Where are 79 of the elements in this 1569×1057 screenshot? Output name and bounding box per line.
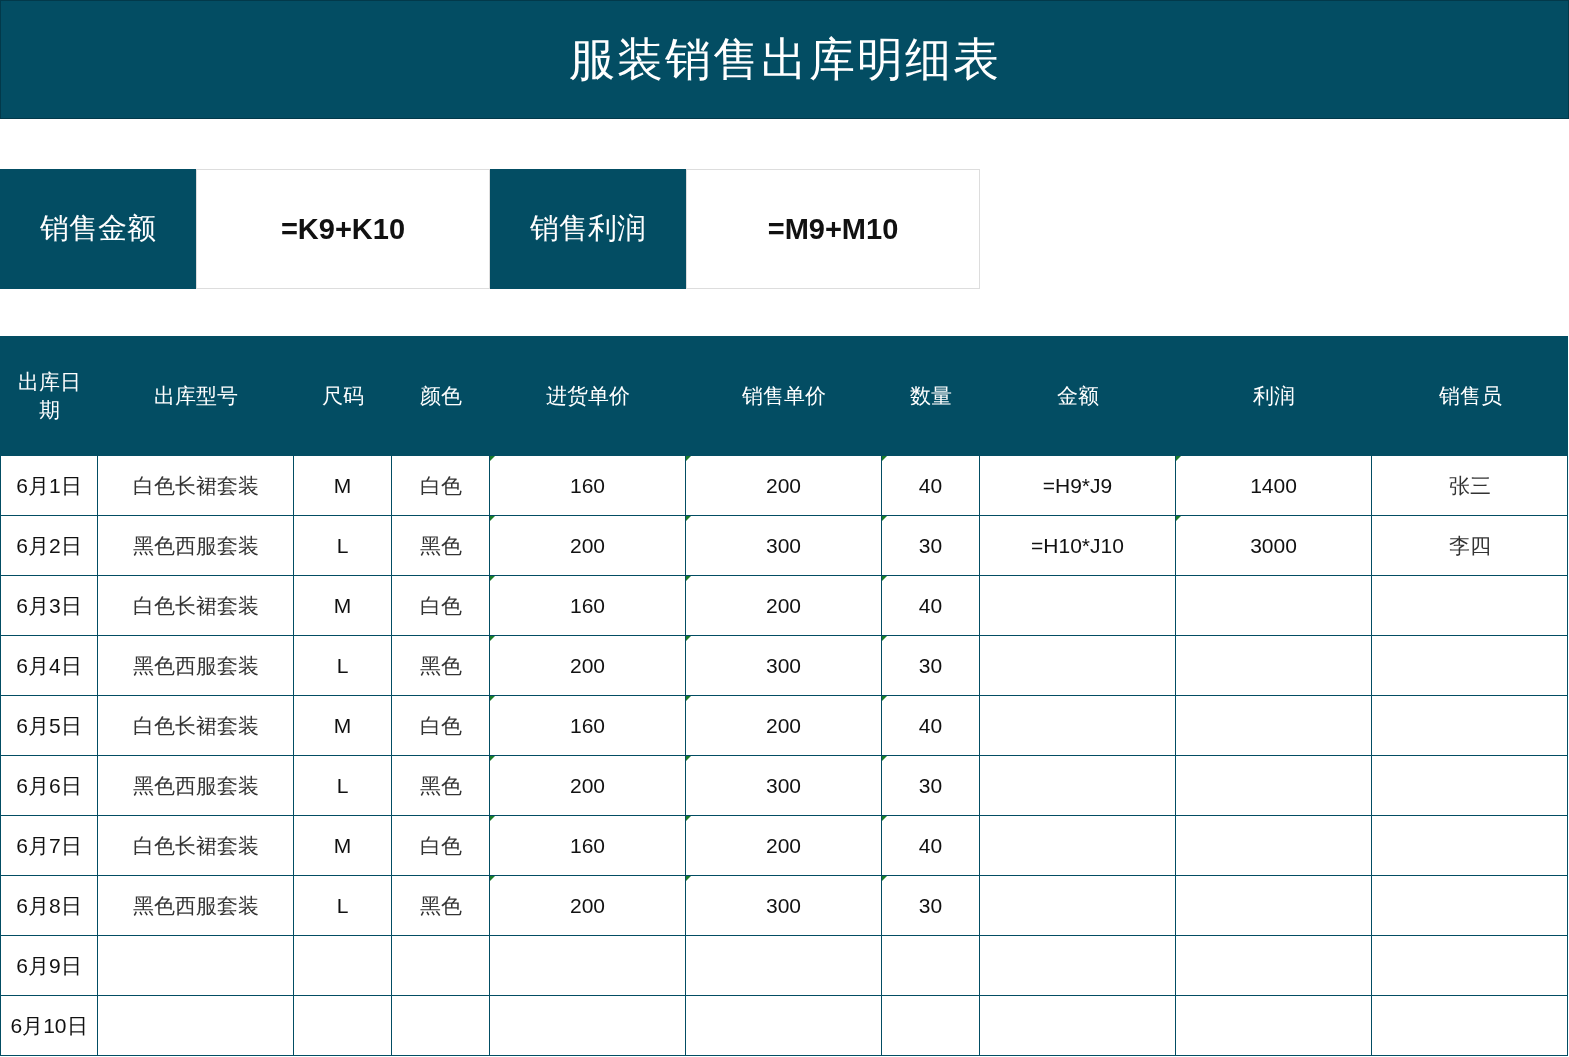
- column-header: 出库型号: [98, 336, 294, 456]
- table-cell: 李四: [1372, 516, 1568, 576]
- table-cell: 160: [490, 456, 686, 516]
- summary-value: =K9+K10: [196, 169, 490, 289]
- column-header: 数量: [882, 336, 980, 456]
- table-cell: 6月6日: [0, 756, 98, 816]
- table-cell: L: [294, 516, 392, 576]
- table-cell: 6月9日: [0, 936, 98, 996]
- column-header: 金额: [980, 336, 1176, 456]
- column-header: 销售员: [1372, 336, 1568, 456]
- table-cell: 白色: [392, 456, 490, 516]
- table-cell: 黑色西服套装: [98, 756, 294, 816]
- summary-value: =M9+M10: [686, 169, 980, 289]
- summary-label: 销售金额: [0, 169, 196, 289]
- table-cell: 1400: [1176, 456, 1372, 516]
- table-cell: 白色长裙套装: [98, 816, 294, 876]
- table-cell: 300: [686, 636, 882, 696]
- table-cell: 白色长裙套装: [98, 696, 294, 756]
- table-cell: 30: [882, 756, 980, 816]
- table-cell: =H9*J9: [980, 456, 1176, 516]
- table-cell: 黑色西服套装: [98, 636, 294, 696]
- table-cell: 200: [490, 756, 686, 816]
- table-cell: 6月7日: [0, 816, 98, 876]
- table-cell: 白色: [392, 696, 490, 756]
- table-cell: 40: [882, 576, 980, 636]
- column-header: 利润: [1176, 336, 1372, 456]
- table-cell: 白色: [392, 816, 490, 876]
- table-cell: 张三: [1372, 456, 1568, 516]
- table-cell: 6月4日: [0, 636, 98, 696]
- table-cell: 300: [686, 756, 882, 816]
- table-cell: =H10*J10: [980, 516, 1176, 576]
- table-cell: L: [294, 636, 392, 696]
- table-cell: 160: [490, 576, 686, 636]
- table-cell: 白色长裙套装: [98, 456, 294, 516]
- table-cell: 200: [686, 696, 882, 756]
- table-cell: 200: [490, 516, 686, 576]
- table-cell: 300: [686, 516, 882, 576]
- table-cell: 6月3日: [0, 576, 98, 636]
- table-cell: 200: [686, 456, 882, 516]
- sheet-title: 服装销售出库明细表: [568, 32, 1001, 87]
- table-cell: M: [294, 816, 392, 876]
- column-header: 颜色: [392, 336, 490, 456]
- column-header: 尺码: [294, 336, 392, 456]
- table-cell: 30: [882, 636, 980, 696]
- table-cell: L: [294, 756, 392, 816]
- table-cell: 黑色: [392, 756, 490, 816]
- column-header: 进货单价: [490, 336, 686, 456]
- table-cell: 200: [686, 816, 882, 876]
- table-cell: 160: [490, 696, 686, 756]
- table-cell: 200: [686, 576, 882, 636]
- table-cell: L: [294, 876, 392, 936]
- table-cell: 3000: [1176, 516, 1372, 576]
- table-cell: 300: [686, 876, 882, 936]
- table-cell: 160: [490, 816, 686, 876]
- table-cell: 6月1日: [0, 456, 98, 516]
- table-cell: 黑色: [392, 516, 490, 576]
- table-cell: M: [294, 456, 392, 516]
- table-cell: 30: [882, 516, 980, 576]
- table-cell: 6月2日: [0, 516, 98, 576]
- table-cell: 黑色西服套装: [98, 876, 294, 936]
- column-header: 销售单价: [686, 336, 882, 456]
- table-cell: M: [294, 576, 392, 636]
- table-cell: M: [294, 696, 392, 756]
- table-cell: 黑色西服套装: [98, 516, 294, 576]
- table-cell: 黑色: [392, 636, 490, 696]
- table-cell: 黑色: [392, 876, 490, 936]
- table-cell: 白色长裙套装: [98, 576, 294, 636]
- table-cell: 200: [490, 636, 686, 696]
- table-cell: 30: [882, 876, 980, 936]
- column-header: 出库日期: [0, 336, 98, 456]
- table-cell: 200: [490, 876, 686, 936]
- table-cell: 40: [882, 816, 980, 876]
- table-cell: 6月10日: [0, 996, 98, 1056]
- table-cell: 40: [882, 696, 980, 756]
- table-cell: 40: [882, 456, 980, 516]
- summary-label: 销售利润: [490, 169, 686, 289]
- table-cell: 6月5日: [0, 696, 98, 756]
- table-cell: 白色: [392, 576, 490, 636]
- table-cell: 6月8日: [0, 876, 98, 936]
